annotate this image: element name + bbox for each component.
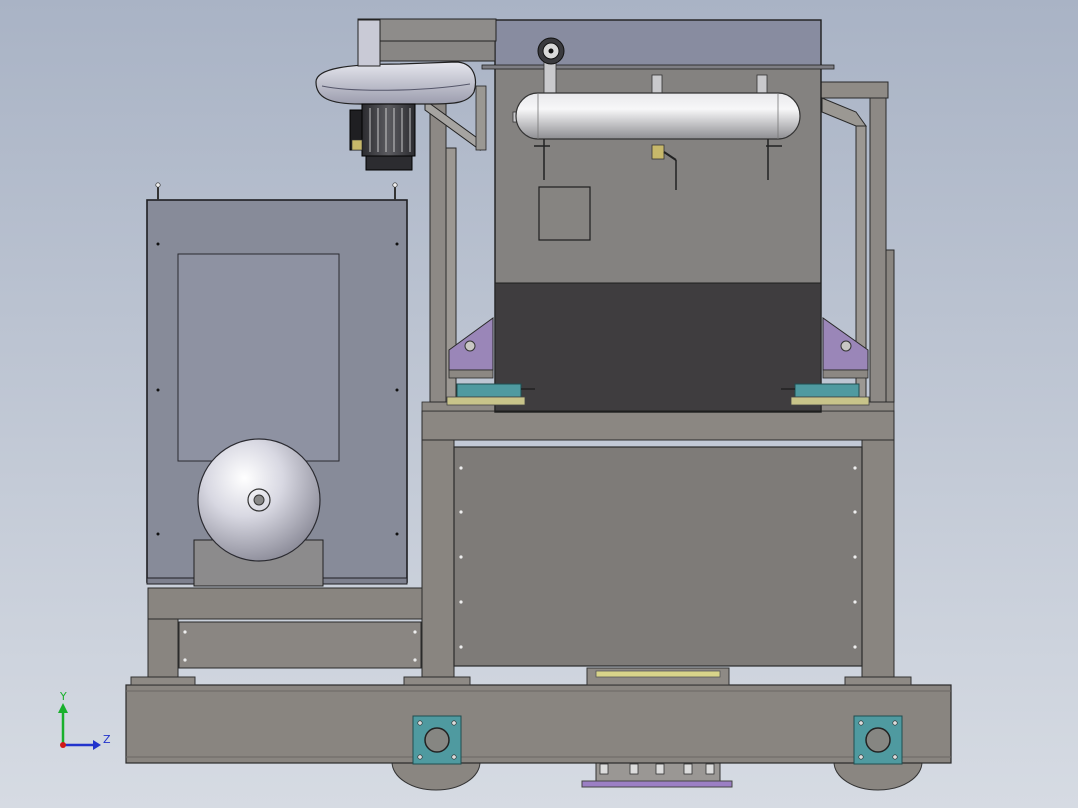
wheel-mount-plate-right[interactable] xyxy=(853,715,903,765)
lower-hopper-panel[interactable] xyxy=(453,446,863,667)
spherical-tank[interactable] xyxy=(193,438,324,587)
x-axis-dot xyxy=(60,742,66,748)
inspection-hatch[interactable] xyxy=(538,186,591,241)
hopper-top-cover[interactable] xyxy=(481,19,835,70)
cad-viewport[interactable]: Y Z xyxy=(0,0,1078,808)
base-beam[interactable] xyxy=(125,684,952,764)
discharge-plate[interactable] xyxy=(586,667,730,686)
central-pivot-assembly[interactable] xyxy=(581,761,733,788)
model-scene[interactable]: Y Z xyxy=(0,0,1078,808)
y-axis-label: Y xyxy=(59,690,67,703)
pressure-gauge[interactable] xyxy=(537,37,565,65)
wheel-mount-plate-left[interactable] xyxy=(412,715,462,765)
left-lower-frame[interactable] xyxy=(147,587,423,678)
z-axis-label: Z xyxy=(103,733,111,746)
